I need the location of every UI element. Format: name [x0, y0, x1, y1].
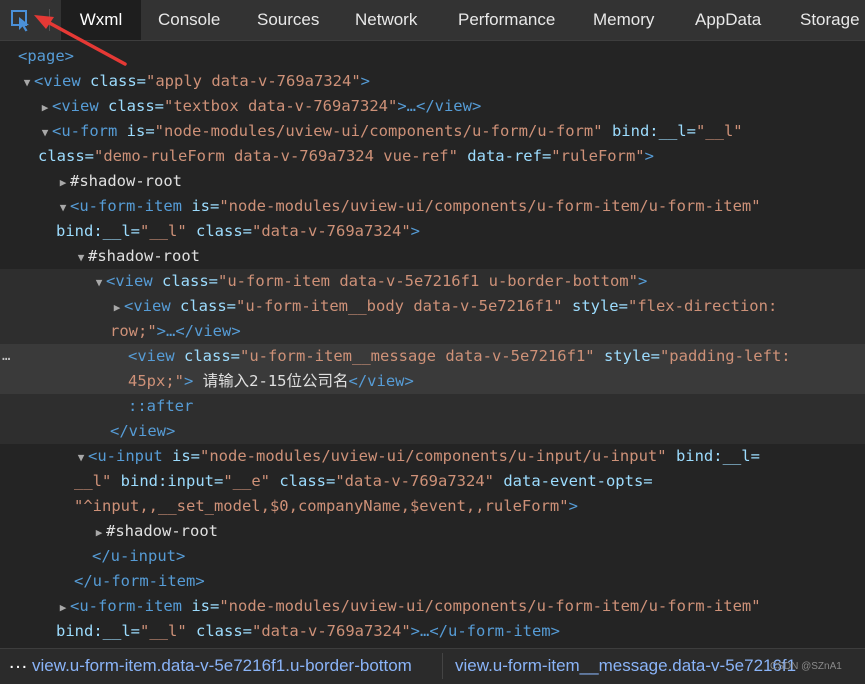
tree-row-shadow-root[interactable]: ▶ #shadow-root — [0, 169, 865, 194]
tree-row-page[interactable]: <page> — [0, 44, 865, 69]
tree-row-u-input-cont1: __l" bind:input="__e" class="data-v-769a… — [74, 472, 653, 490]
tree-row-u-form-item-cont: bind:__l="__l" class="data-v-769a7324"> — [56, 222, 420, 240]
expanded-triangle-icon[interactable]: ▼ — [20, 70, 34, 95]
tree-row-shadow-root-input[interactable]: ▶ #shadow-root — [0, 519, 865, 544]
tree-row-view-apply[interactable]: ▼ <view class="apply data-v-769a7324"> — [0, 69, 865, 94]
collapsed-triangle-icon[interactable]: ▶ — [110, 295, 124, 320]
tab-console[interactable]: Console — [158, 0, 220, 40]
tree-row-shadow-root-expanded[interactable]: ▼ #shadow-root — [0, 244, 865, 269]
tab-sources[interactable]: Sources — [257, 0, 319, 40]
tree-row-after[interactable]: ::after — [0, 394, 865, 419]
tree-row-u-input[interactable]: ▼ <u-input is="node-modules/uview-ui/comp… — [0, 444, 865, 469]
collapsed-triangle-icon[interactable]: ▶ — [92, 520, 106, 545]
tree-row-view-body-cont: row;">…</view> — [110, 322, 241, 340]
tree-row-view-body[interactable]: ▶ <view class="u-form-item__body data-v-5… — [0, 294, 865, 319]
tree-row-view-textbox[interactable]: ▶ <view class="textbox data-v-769a7324">…… — [0, 94, 865, 119]
breadcrumb-more-button[interactable]: … — [8, 651, 28, 674]
breadcrumb-item-message[interactable]: view.u-form-item__message.data-v-5e7216f… — [455, 656, 796, 676]
tree-row-u-form-item-2-cont: bind:__l="__l" class="data-v-769a7324">…… — [56, 622, 560, 640]
collapsed-triangle-icon[interactable]: ▶ — [56, 595, 70, 620]
tree-row-u-input-cont2: "^input,,__set_model,$0,companyName,$eve… — [74, 497, 578, 515]
tree-row-u-input-close[interactable]: </u-input> — [0, 544, 865, 569]
tab-memory[interactable]: Memory — [593, 0, 654, 40]
expanded-triangle-icon[interactable]: ▼ — [74, 445, 88, 470]
expanded-triangle-icon[interactable]: ▼ — [56, 195, 70, 220]
expanded-triangle-icon[interactable]: ▼ — [38, 120, 52, 145]
tab-storage[interactable]: Storage — [800, 0, 860, 40]
tab-performance[interactable]: Performance — [458, 0, 555, 40]
tree-row-view-message-cont: 45px;"> 请输入2-15位公司名</view> — [128, 372, 414, 390]
collapsed-triangle-icon[interactable]: ▶ — [38, 95, 52, 120]
breadcrumb-separator — [442, 653, 443, 679]
more-options-icon[interactable]: … — [2, 344, 10, 369]
tree-row-view-message[interactable]: … <view class="u-form-item__message data-… — [0, 344, 865, 369]
tree-row-u-form-cont: class="demo-ruleForm data-v-769a7324 vue… — [38, 147, 654, 165]
watermark-text: CSDN @SZnA1 — [770, 661, 842, 672]
wxml-element-tree: <page> ▼ <view class="apply data-v-769a73… — [0, 41, 865, 646]
tree-row-u-form[interactable]: ▼ <u-form is="node-modules/uview-ui/compo… — [0, 119, 865, 144]
breadcrumb-item-form-item[interactable]: view.u-form-item.data-v-5e7216f1.u-borde… — [32, 656, 412, 676]
expanded-triangle-icon[interactable]: ▼ — [74, 245, 88, 270]
expanded-triangle-icon[interactable]: ▼ — [92, 270, 106, 295]
tree-row-u-form-item-2[interactable]: ▶ <u-form-item is="node-modules/uview-ui/… — [0, 594, 865, 619]
collapsed-triangle-icon[interactable]: ▶ — [56, 170, 70, 195]
tree-row-u-form-item[interactable]: ▼ <u-form-item is="node-modules/uview-ui/… — [0, 194, 865, 219]
tree-row-u-form-item-close[interactable]: </u-form-item> — [0, 569, 865, 594]
tree-row-view-form-item[interactable]: ▼ <view class="u-form-item data-v-5e7216f… — [0, 269, 865, 294]
tab-appdata[interactable]: AppData — [695, 0, 761, 40]
breadcrumb: … view.u-form-item.data-v-5e7216f1.u-bor… — [0, 648, 865, 684]
tree-row-view-close[interactable]: </view> — [0, 419, 865, 444]
tab-network[interactable]: Network — [355, 0, 417, 40]
